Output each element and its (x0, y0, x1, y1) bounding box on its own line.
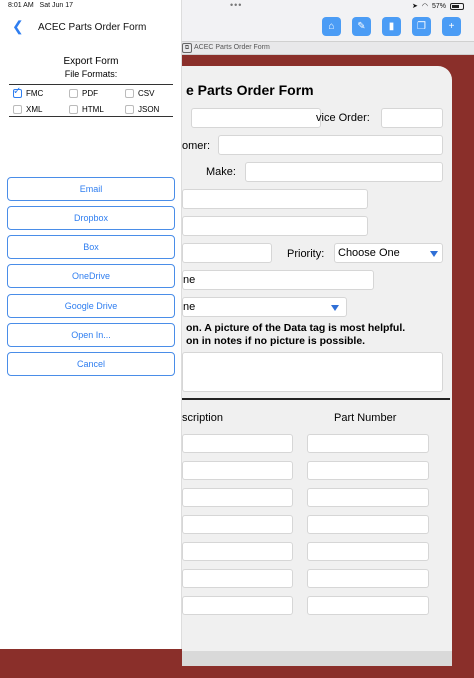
status-indicators: ➤ ◠ 57% (412, 2, 464, 10)
status-time: 8:01 AM Sat Jun 17 (8, 2, 73, 9)
file-formats-label: File Formats: (64, 69, 118, 79)
part-number-header: Part Number (334, 412, 397, 424)
part-number-field[interactable] (307, 515, 429, 534)
document-tab[interactable]: ACEC Parts Order Form (194, 44, 270, 51)
page-footer (182, 651, 452, 666)
field-top-left[interactable] (191, 108, 321, 128)
location-icon: ➤ (412, 3, 418, 10)
chevron-down-icon (430, 251, 438, 257)
part-number-field[interactable] (307, 542, 429, 561)
notes-area[interactable] (182, 352, 443, 392)
photo-instructions: on. A picture of the Data tag is most he… (186, 322, 406, 347)
format-json[interactable]: JSON (125, 105, 159, 114)
checkbox-icon[interactable] (125, 89, 134, 98)
part-number-field[interactable] (307, 461, 429, 480)
add-icon[interactable]: + (442, 17, 461, 36)
checkbox-icon[interactable] (125, 105, 134, 114)
description-field[interactable] (182, 596, 293, 615)
box-button[interactable]: Box (7, 235, 175, 259)
checkbox-icon[interactable] (13, 105, 22, 114)
battery-percent: 57% (431, 2, 446, 10)
select-2[interactable]: ne (182, 297, 347, 317)
trash-icon[interactable]: ▮ (382, 17, 401, 36)
checkbox-icon[interactable] (69, 105, 78, 114)
description-field[interactable] (182, 515, 293, 534)
document-area: ⌂ ✎ ▮ ❐ + ACEC Parts Order Form ⧉ e Part… (182, 0, 474, 678)
multitask-dots-icon[interactable]: ••• (230, 0, 242, 10)
form-page: e Parts Order Form vice Order: omer: Mak… (182, 66, 452, 666)
service-order-label: vice Order: (316, 112, 370, 124)
battery-icon (450, 2, 464, 10)
description-field[interactable] (182, 488, 293, 507)
checkbox-checked-icon[interactable] (13, 86, 22, 98)
part-number-field[interactable] (307, 488, 429, 507)
priority-select[interactable]: Choose One (334, 243, 443, 263)
chevron-down-icon (331, 305, 339, 311)
format-xml[interactable]: XML (13, 105, 42, 114)
dropbox-button[interactable]: Dropbox (7, 206, 175, 230)
format-fmc[interactable]: FMC (13, 86, 43, 98)
customer-label: omer: (182, 140, 211, 152)
checkbox-icon[interactable] (69, 89, 78, 98)
select-1-value: ne (183, 274, 196, 286)
back-chevron-icon[interactable]: ❮ (12, 18, 24, 35)
description-header: scription (182, 412, 223, 424)
wifi-icon: ◠ (421, 3, 428, 10)
panel-nav-bar: ❮ ACEC Parts Order Form (0, 13, 182, 43)
part-number-field[interactable] (307, 596, 429, 615)
form-title: e Parts Order Form (186, 82, 314, 98)
section-divider (182, 398, 450, 400)
part-number-field[interactable] (307, 569, 429, 588)
panel-title: ACEC Parts Order Form (38, 22, 147, 33)
pen-icon[interactable]: ✎ (352, 17, 371, 36)
copy-icon[interactable]: ❐ (412, 17, 431, 36)
field-row6[interactable] (182, 243, 272, 263)
onedrive-button[interactable]: OneDrive (7, 264, 175, 288)
description-field[interactable] (182, 542, 293, 561)
customer-field[interactable] (218, 135, 443, 155)
description-field[interactable] (182, 569, 293, 588)
priority-value: Choose One (338, 247, 400, 259)
field-row4[interactable] (182, 189, 368, 209)
part-number-field[interactable] (307, 434, 429, 453)
description-field[interactable] (182, 461, 293, 480)
tabs-icon[interactable]: ⧉ (182, 43, 192, 53)
service-order-field[interactable] (381, 108, 443, 128)
file-format-options: FMC PDF CSV XML HTML JSON (9, 84, 173, 117)
open-in-button[interactable]: Open In... (7, 323, 175, 347)
format-pdf[interactable]: PDF (69, 89, 98, 98)
field-row5[interactable] (182, 216, 368, 236)
document-tab-bar: ACEC Parts Order Form ⧉ (182, 42, 474, 55)
select-2-value: ne (183, 301, 196, 313)
email-button[interactable]: Email (7, 177, 175, 201)
export-form-title: Export Form (63, 56, 119, 67)
google-drive-button[interactable]: Google Drive (7, 294, 175, 318)
description-field[interactable] (182, 434, 293, 453)
lock-icon[interactable]: ⌂ (322, 17, 341, 36)
format-html[interactable]: HTML (69, 105, 104, 114)
select-1[interactable]: ne (182, 270, 374, 290)
cancel-button[interactable]: Cancel (7, 352, 175, 376)
make-field[interactable] (245, 162, 443, 182)
export-panel: ❮ ACEC Parts Order Form Export Form File… (0, 0, 182, 649)
priority-label: Priority: (287, 248, 325, 260)
make-label: Make: (206, 166, 236, 178)
format-csv[interactable]: CSV (125, 89, 154, 98)
status-bar: 8:01 AM Sat Jun 17 ••• ➤ ◠ 57% (0, 0, 474, 13)
